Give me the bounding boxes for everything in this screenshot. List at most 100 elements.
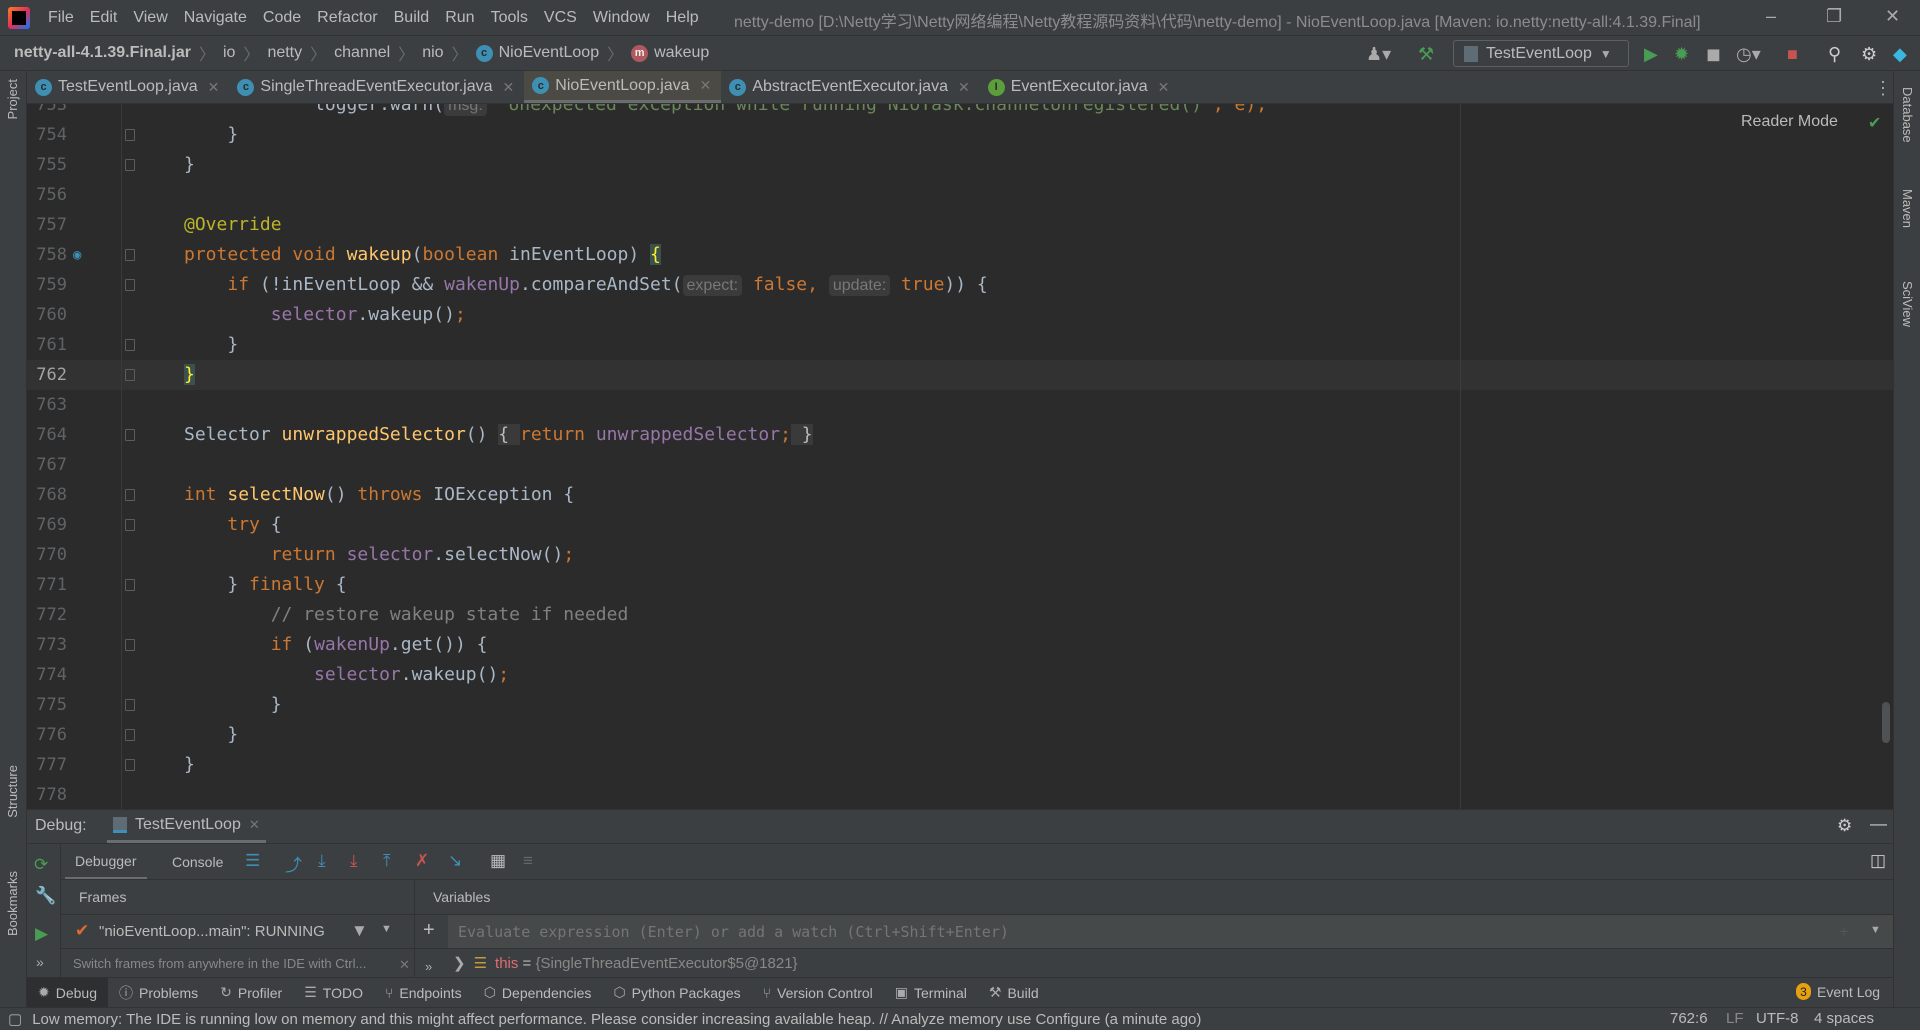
debug-bug-icon[interactable]: ✹ (1674, 44, 1689, 65)
console-tab[interactable]: Console (162, 844, 233, 880)
profile-icon[interactable]: ◷▾ (1736, 44, 1761, 65)
line-number[interactable]: 777 (27, 750, 67, 780)
step-out-icon[interactable]: ⤒ (383, 851, 391, 871)
gear-icon[interactable]: ⚙ (1861, 44, 1877, 65)
run-to-cursor-icon[interactable]: ↘ (448, 851, 462, 871)
line-number[interactable]: 764 (27, 420, 67, 450)
close-tab-icon[interactable]: ✕ (700, 77, 712, 94)
editor-tab[interactable]: c NioEventLoop.java ✕ (524, 71, 722, 103)
status-toggle-icon[interactable]: ▢ (8, 1010, 22, 1028)
debug-settings-gear-icon[interactable]: ⚙ (1837, 816, 1852, 836)
menu-code[interactable]: Code (255, 9, 309, 27)
line-number[interactable]: 778 (27, 780, 67, 809)
line-number[interactable]: 759 (27, 270, 67, 300)
sciview-tool-button[interactable]: SciView (1900, 281, 1915, 327)
bookmarks-tool-button[interactable]: Bookmarks (5, 871, 20, 936)
menu-tools[interactable]: Tools (483, 9, 536, 27)
fold-marker-icon[interactable] (125, 369, 135, 381)
more-controls-icon[interactable]: » (36, 954, 44, 970)
breadcrumb-io[interactable]: io (223, 44, 235, 62)
stop-icon[interactable]: ■ (1787, 44, 1798, 65)
reader-mode-toggle[interactable]: Reader Mode (1741, 113, 1838, 131)
fold-marker-icon[interactable] (125, 129, 135, 141)
menu-vcs[interactable]: VCS (536, 9, 585, 27)
show-execution-point-icon[interactable]: ☰ (245, 851, 260, 871)
line-separator[interactable]: LF (1726, 1010, 1744, 1027)
line-number[interactable]: 772 (27, 600, 67, 630)
indent-setting[interactable]: 4 spaces (1814, 1010, 1874, 1027)
line-number[interactable]: 756 (27, 180, 67, 210)
line-number[interactable]: 762 (27, 360, 67, 390)
menu-build[interactable]: Build (386, 9, 438, 27)
drop-frame-icon[interactable]: ✗ (415, 851, 429, 871)
line-number[interactable]: 754 (27, 120, 67, 150)
line-number[interactable]: 773 (27, 630, 67, 660)
line-number[interactable]: 753 (27, 104, 67, 120)
trace-stream-icon[interactable]: ≡ (523, 851, 533, 871)
breadcrumb-nio[interactable]: nio (422, 44, 443, 62)
line-number[interactable]: 774 (27, 660, 67, 690)
tool-window-problems[interactable]: ⓘ Problems (108, 978, 209, 1008)
fold-marker-icon[interactable] (125, 429, 135, 441)
structure-tool-button[interactable]: Structure (5, 765, 20, 818)
expand-chevron-icon[interactable]: ❯ (453, 954, 466, 972)
menu-file[interactable]: File (40, 9, 82, 27)
breadcrumb-jar[interactable]: netty-all-4.1.39.Final.jar (14, 44, 191, 62)
line-number[interactable]: 758 (27, 240, 67, 270)
close-tab-icon[interactable]: ✕ (503, 79, 515, 96)
close-window-icon[interactable]: ✕ (1885, 6, 1900, 27)
close-hint-icon[interactable]: ✕ (399, 957, 410, 973)
tool-window-build[interactable]: ⚒ Build (978, 978, 1050, 1008)
line-number[interactable]: 760 (27, 300, 67, 330)
code-editor[interactable]: 753 logger.warn(msg: "Unexpected excepti… (27, 104, 1893, 809)
tool-window-python-packages[interactable]: ⬡ Python Packages (602, 978, 751, 1008)
hide-panel-icon[interactable]: — (1870, 814, 1887, 834)
editor-scrollbar[interactable] (1882, 702, 1890, 743)
close-tab-icon[interactable]: ✕ (208, 79, 220, 96)
menu-edit[interactable]: Edit (82, 9, 126, 27)
breadcrumb-class[interactable]: c NioEventLoop (475, 44, 599, 62)
layout-settings-icon[interactable]: ◫ (1870, 851, 1886, 871)
thread-selector[interactable]: ✔ "nioEventLoop...main": RUNNING ▼ ▼ (61, 915, 414, 948)
status-message[interactable]: Low memory: The IDE is running low on me… (32, 1011, 1201, 1028)
tool-window-todo[interactable]: ☰ TODO (293, 978, 374, 1008)
fold-marker-icon[interactable] (125, 489, 135, 501)
line-number[interactable]: 776 (27, 720, 67, 750)
close-tab-icon[interactable]: ✕ (958, 79, 970, 96)
line-number[interactable]: 768 (27, 480, 67, 510)
search-icon[interactable]: ⚲ (1828, 44, 1841, 65)
rerun-icon[interactable]: ⟳ (34, 855, 48, 875)
build-hammer-icon[interactable]: ⚒ (1418, 44, 1434, 65)
project-tool-button[interactable]: Project (5, 79, 20, 119)
close-session-icon[interactable]: ✕ (249, 817, 260, 833)
fold-marker-icon[interactable] (125, 579, 135, 591)
line-number[interactable]: 761 (27, 330, 67, 360)
menu-run[interactable]: Run (437, 9, 482, 27)
fold-marker-icon[interactable] (125, 279, 135, 291)
inspection-ok-icon[interactable]: ✔ (1868, 113, 1881, 133)
fold-marker-icon[interactable] (125, 729, 135, 741)
editor-tab[interactable]: c SingleThreadEventExecutor.java ✕ (229, 71, 525, 103)
fold-marker-icon[interactable] (125, 639, 135, 651)
maven-tool-button[interactable]: Maven (1900, 189, 1915, 228)
fold-marker-icon[interactable] (125, 339, 135, 351)
line-number[interactable]: 755 (27, 150, 67, 180)
history-dropdown-icon[interactable]: ▼ (1870, 924, 1881, 936)
run-icon[interactable]: ▶ (1644, 44, 1658, 65)
fold-marker-icon[interactable] (125, 249, 135, 261)
line-number[interactable]: 757 (27, 210, 67, 240)
more-tabs-icon[interactable]: ⋮ (1874, 78, 1892, 99)
step-into-icon[interactable]: ⤓ (318, 851, 326, 871)
line-number[interactable]: 775 (27, 690, 67, 720)
evaluate-expression-input[interactable] (448, 915, 1893, 948)
close-tab-icon[interactable]: ✕ (1158, 79, 1170, 96)
line-number[interactable]: 769 (27, 510, 67, 540)
evaluate-expression-icon[interactable]: ▦ (490, 851, 506, 871)
fold-marker-icon[interactable] (125, 159, 135, 171)
tool-window-dependencies[interactable]: ⬡ Dependencies (473, 978, 603, 1008)
tool-window-terminal[interactable]: ▣ Terminal (884, 978, 978, 1008)
menu-refactor[interactable]: Refactor (309, 9, 385, 27)
editor-tab[interactable]: c AbstractEventExecutor.java ✕ (721, 71, 980, 103)
restore-window-icon[interactable]: ❐ (1826, 6, 1842, 27)
line-number[interactable]: 767 (27, 450, 67, 480)
